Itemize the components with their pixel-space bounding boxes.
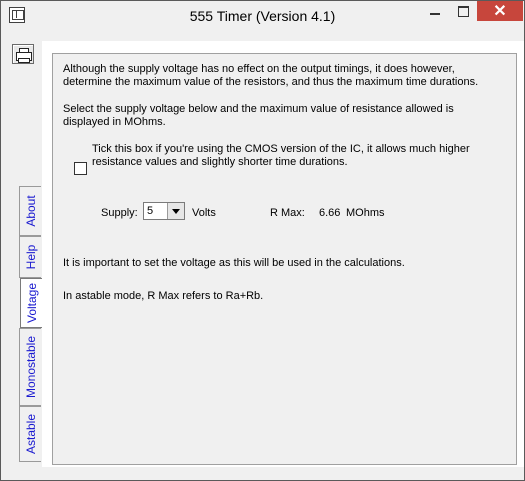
vertical-tab-strip: About Help Voltage Monostable Astable (19, 186, 42, 462)
tab-label: Help (23, 244, 38, 270)
bottom-border (1, 467, 524, 480)
print-button[interactable] (12, 44, 34, 64)
tab-voltage[interactable]: Voltage (20, 278, 42, 328)
chevron-down-icon[interactable] (167, 203, 184, 219)
volts-label: Volts (192, 207, 216, 219)
supply-voltage-select[interactable]: 5 (143, 202, 185, 220)
tab-label: Voltage (24, 282, 39, 324)
cmos-text-line-2: resistance values and slightly shorter t… (92, 156, 348, 168)
rmax-label: R Max: (270, 207, 305, 219)
tab-help[interactable]: Help (19, 236, 41, 278)
maximize-icon (458, 6, 469, 17)
tab-page-voltage: Although the supply voltage has no effec… (42, 41, 524, 467)
maximize-button[interactable] (450, 1, 476, 21)
tab-label: About (23, 195, 38, 227)
tab-label: Monostable (23, 335, 38, 399)
minimize-icon (430, 13, 440, 15)
content-group: Although the supply voltage has no effec… (52, 53, 517, 465)
supply-label: Supply: (101, 207, 138, 219)
select-text-line-1: Select the supply voltage below and the … (63, 103, 454, 115)
select-text-line-2: displayed in MOhms. (63, 116, 166, 128)
minimize-button[interactable] (421, 1, 449, 21)
astable-note: In astable mode, R Max refers to Ra+Rb. (63, 290, 264, 302)
cmos-text-line-1: Tick this box if you're using the CMOS v… (92, 143, 470, 155)
app-window: 555 Timer (Version 4.1) ✕ About Help Vol… (0, 0, 525, 481)
tab-astable[interactable]: Astable (19, 406, 41, 462)
intro-text-line-2: determine the maximum value of the resis… (63, 76, 479, 88)
tab-label: Astable (23, 413, 38, 455)
tab-monostable[interactable]: Monostable (19, 328, 41, 406)
title-bar[interactable]: 555 Timer (Version 4.1) ✕ (1, 1, 524, 31)
rmax-unit: MOhms (346, 207, 385, 219)
rmax-value: 6.66 (319, 207, 341, 219)
intro-text-line-1: Although the supply voltage has no effec… (63, 63, 455, 75)
tab-about[interactable]: About (19, 186, 41, 236)
supply-voltage-value: 5 (147, 205, 154, 217)
cmos-checkbox[interactable] (74, 162, 87, 175)
voltage-note: It is important to set the voltage as th… (63, 257, 405, 269)
close-button[interactable]: ✕ (477, 1, 523, 21)
close-icon: ✕ (493, 3, 507, 20)
